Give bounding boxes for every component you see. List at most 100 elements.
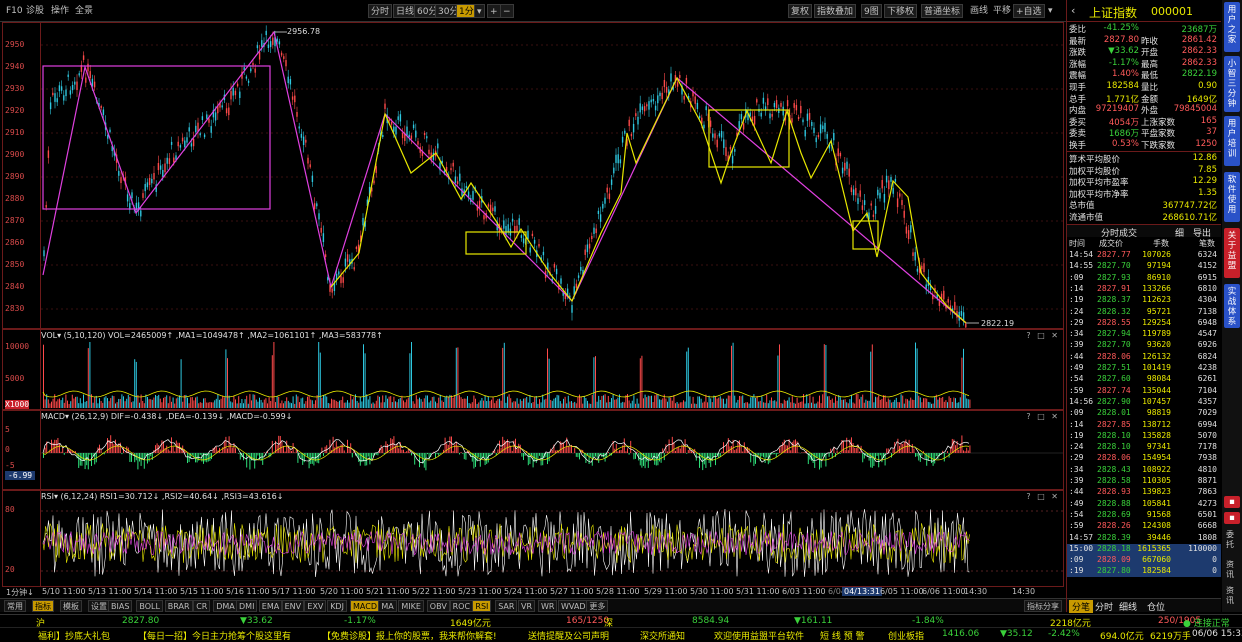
pan-button[interactable]: 平移 <box>991 4 1013 18</box>
trade-row[interactable]: :192827.801825840 <box>1067 566 1221 577</box>
indicator-指标[interactable]: 指标 <box>32 600 54 612</box>
trade-row[interactable]: :342828.431089224810 <box>1067 465 1221 476</box>
trade-row[interactable]: 14:542827.771070266324 <box>1067 250 1221 261</box>
trade-row[interactable]: :442828.061261326824 <box>1067 352 1221 363</box>
trade-row[interactable]: :142827.911332666810 <box>1067 284 1221 295</box>
trade-row[interactable]: :592827.741350447104 <box>1067 386 1221 397</box>
indicator-share-button[interactable]: 指标分享 <box>1024 600 1062 612</box>
pane-window-buttons[interactable]: ? □ ✕ <box>1026 492 1060 501</box>
add-watchlist-button[interactable]: +自选 <box>1013 4 1045 18</box>
prev-stock-icon[interactable]: ‹ <box>1071 4 1075 17</box>
trade-row[interactable]: :092828.01988197029 <box>1067 408 1221 419</box>
news-item[interactable]: 【每日一招】今日主力抢筹个股这里有 <box>138 629 291 642</box>
tab-ticks[interactable]: 分笔 <box>1069 600 1093 613</box>
indicator-exv[interactable]: EXV <box>304 600 326 612</box>
coordinate-button[interactable]: 普通坐标 <box>921 4 963 18</box>
trade-row[interactable]: :342827.941197894547 <box>1067 329 1221 340</box>
indicator-boll[interactable]: BOLL <box>136 600 163 612</box>
trade-row[interactable]: :192828.371126234304 <box>1067 295 1221 306</box>
news-item[interactable]: 短 线 预 警 <box>820 629 865 642</box>
period-intraday[interactable]: 分时 <box>368 4 392 18</box>
side-label-news[interactable]: 资讯 <box>1226 560 1238 580</box>
trade-row[interactable]: :242828.10973417178 <box>1067 442 1221 453</box>
news-item[interactable]: 694.0亿元 <box>1100 629 1144 642</box>
trade-row[interactable]: :142827.851387126994 <box>1067 420 1221 431</box>
indicator-bias[interactable]: BIAS <box>108 600 132 612</box>
news-item[interactable]: 深交所通知 <box>640 629 685 642</box>
down-rights-button[interactable]: 下移权 <box>884 4 917 18</box>
trade-row[interactable]: :492828.881058414273 <box>1067 499 1221 510</box>
indicator-更多[interactable]: 更多 <box>586 600 608 612</box>
indicator-brar[interactable]: BRAR <box>165 600 193 612</box>
zoom-out-button[interactable]: − <box>500 4 514 18</box>
indicator-roc[interactable]: ROC <box>450 600 473 612</box>
tab-combat-system[interactable]: 实战体系 <box>1224 284 1240 328</box>
news-item[interactable]: 06/06 15:33 <box>1192 629 1242 639</box>
trade-row[interactable]: :542828.69915686501 <box>1067 510 1221 521</box>
trade-row[interactable]: :292828.061549547938 <box>1067 453 1221 464</box>
indicator-sar[interactable]: SAR <box>495 600 517 612</box>
news-item[interactable]: 【免费诊股】报上你的股票，我来帮你解套! <box>322 629 497 642</box>
indicator-obv[interactable]: OBV <box>427 600 450 612</box>
pane-window-buttons[interactable]: ? □ ✕ <box>1026 412 1060 421</box>
trade-row[interactable]: :392828.581103058871 <box>1067 476 1221 487</box>
news-item[interactable]: 1416.06 <box>942 629 979 639</box>
side-square-button[interactable]: ▪ <box>1224 496 1240 508</box>
tab-intraday[interactable]: 分时 <box>1095 600 1113 613</box>
indicator-rsi[interactable]: RSI <box>472 600 491 612</box>
pane-window-buttons[interactable]: ? □ ✕ <box>1026 331 1060 340</box>
indicator-macd[interactable]: MACD <box>350 600 380 612</box>
trade-row[interactable]: :592828.261243086668 <box>1067 521 1221 532</box>
side-label-news-2[interactable]: 资讯 <box>1226 586 1238 606</box>
indicator-dma[interactable]: DMA <box>213 600 238 612</box>
trade-row[interactable]: :392827.70936206926 <box>1067 340 1221 351</box>
indicator-env[interactable]: ENV <box>282 600 305 612</box>
news-item[interactable]: ▼35.12 <box>1000 629 1033 639</box>
indicator-wr[interactable]: WR <box>538 600 557 612</box>
tab-user-home[interactable]: 用户之家 <box>1224 2 1240 52</box>
news-item[interactable]: -2.42% <box>1048 629 1080 639</box>
draw-line-button[interactable]: 画线 <box>968 4 990 18</box>
news-item[interactable]: 欢迎使用益盟平台软件 <box>714 629 804 642</box>
nine-chart-button[interactable]: 9图 <box>861 4 882 18</box>
indicator-vr[interactable]: VR <box>518 600 535 612</box>
indicator-模板[interactable]: 模板 <box>60 600 82 612</box>
period-dropdown[interactable]: ▾ <box>474 4 485 18</box>
tab-user-training[interactable]: 用户培训 <box>1224 116 1240 166</box>
news-item[interactable]: 创业板指 <box>888 629 924 642</box>
indicator-dmi[interactable]: DMI <box>236 600 257 612</box>
trade-row[interactable]: :092828.096670600 <box>1067 555 1221 566</box>
indicator-cr[interactable]: CR <box>193 600 210 612</box>
trade-row[interactable]: :192828.101358285070 <box>1067 431 1221 442</box>
zoom-in-button[interactable]: + <box>487 4 501 18</box>
indicator-ema[interactable]: EMA <box>259 600 282 612</box>
adjust-button[interactable]: 复权 <box>788 4 812 18</box>
trade-row[interactable]: 15:002828.181615365110000 <box>1067 544 1221 555</box>
diagnose-button[interactable]: 诊股 <box>24 4 46 18</box>
trade-row[interactable]: :442828.931398237863 <box>1067 487 1221 498</box>
trade-row[interactable]: :492827.511014194238 <box>1067 363 1221 374</box>
tab-fine-line[interactable]: 细线 <box>1119 600 1137 613</box>
indicator-设置[interactable]: 设置 <box>88 600 110 612</box>
trade-row[interactable]: 14:552827.70971944152 <box>1067 261 1221 272</box>
overview-button[interactable]: 全景 <box>73 4 95 18</box>
indicator-kdj[interactable]: KDJ <box>327 600 347 612</box>
operate-button[interactable]: 操作 <box>49 4 71 18</box>
side-square-button[interactable]: ▪ <box>1224 512 1240 524</box>
indicator-常用[interactable]: 常用 <box>4 600 26 612</box>
indicator-mike[interactable]: MIKE <box>398 600 424 612</box>
trade-row[interactable]: :242828.32957217138 <box>1067 307 1221 318</box>
trade-row[interactable]: 14:572828.39394461808 <box>1067 533 1221 544</box>
side-label-entrust[interactable]: 委托 <box>1226 530 1238 550</box>
index-overlay-button[interactable]: 指数叠加 <box>814 4 856 18</box>
trade-row[interactable]: 14:562827.901074574357 <box>1067 397 1221 408</box>
trade-row[interactable]: :292828.551292546948 <box>1067 318 1221 329</box>
news-item[interactable]: 送情提醒及公司声明 <box>528 629 609 642</box>
trade-row[interactable]: :542827.60980846261 <box>1067 374 1221 385</box>
tab-software-usage[interactable]: 软件使用 <box>1224 172 1240 222</box>
tab-position[interactable]: 仓位 <box>1147 600 1165 613</box>
tab-three-minutes[interactable]: 小智三分钟 <box>1224 56 1240 112</box>
toolbar-more-icon[interactable]: ▾ <box>1046 4 1055 18</box>
indicator-wvad[interactable]: WVAD <box>558 600 589 612</box>
wave-line[interactable] <box>331 78 966 323</box>
